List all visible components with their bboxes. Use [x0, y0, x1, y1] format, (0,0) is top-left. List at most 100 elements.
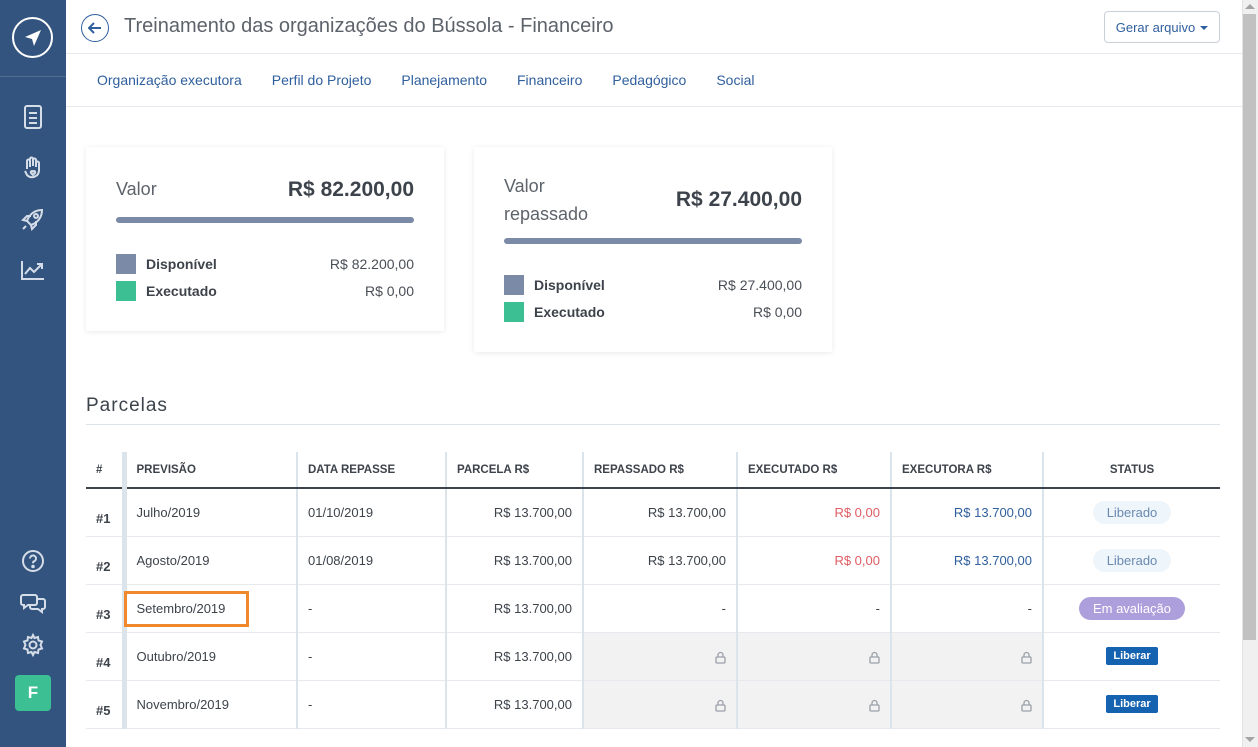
gear-icon[interactable]	[19, 631, 47, 659]
executado-cell: R$ 0,00	[736, 488, 891, 537]
hand-heart-icon[interactable]	[19, 154, 47, 182]
valor-repassado-card: Valor repassado R$ 27.400,00 Disponível …	[474, 147, 832, 352]
lock-icon	[715, 699, 726, 712]
executora-cell[interactable]: R$ 13.700,00	[890, 536, 1043, 585]
parcela-cell: R$ 13.700,00	[445, 584, 583, 633]
previsao-cell: Novembro/2019	[121, 680, 297, 729]
row-number: #2	[86, 536, 124, 585]
sidebar-divider	[0, 76, 66, 77]
data-repasse-cell: -	[296, 680, 446, 729]
column-header: EXECUTADO R$	[736, 452, 891, 489]
scroll-up-arrow-icon[interactable]	[1245, 4, 1255, 9]
repassado-cell	[582, 632, 737, 681]
status-cell: Em avaliação	[1042, 584, 1220, 633]
liberar-button[interactable]: Liberar	[1106, 695, 1158, 713]
help-icon[interactable]	[19, 547, 47, 575]
executado-swatch	[116, 281, 136, 301]
liberar-button[interactable]: Liberar	[1106, 647, 1158, 665]
column-header: PARCELA R$	[445, 452, 583, 489]
rocket-icon[interactable]	[19, 205, 47, 233]
executado-cell	[736, 680, 891, 729]
executora-cell[interactable]: R$ 13.700,00	[890, 488, 1043, 537]
column-header: STATUS	[1042, 452, 1220, 489]
parcela-cell: R$ 13.700,00	[445, 632, 583, 681]
lock-icon	[715, 651, 726, 664]
legend-label: Disponível	[534, 277, 605, 293]
tab-financeiro[interactable]: Financeiro	[517, 72, 582, 88]
tab-pedagogico[interactable]: Pedagógico	[612, 72, 686, 88]
executado-cell	[736, 632, 891, 681]
sidebar: F	[0, 0, 66, 747]
arrow-left-icon	[88, 22, 101, 34]
card-label: Valor repassado	[504, 176, 589, 224]
executado-cell: -	[736, 584, 891, 633]
card-value: R$ 27.400,00	[675, 188, 802, 211]
row-number: #4	[86, 632, 124, 681]
legend-executado: Executado R$ 0,00	[504, 302, 802, 322]
card-label: Valor	[116, 179, 157, 199]
status-cell: Liberar	[1042, 632, 1220, 681]
previsao-cell: Agosto/2019	[121, 536, 297, 585]
row-number: #1	[86, 488, 124, 537]
legend-disponivel: Disponível R$ 82.200,00	[116, 254, 414, 274]
lock-icon	[869, 699, 880, 712]
repassado-cell: R$ 13.700,00	[582, 536, 737, 585]
card-value: R$ 82.200,00	[287, 178, 414, 201]
tab-organizacao-executora[interactable]: Organização executora	[97, 72, 242, 88]
column-header: REPASSADO R$	[582, 452, 737, 489]
table-row: #3 Setembro/2019 - R$ 13.700,00 - - - Em…	[86, 584, 1220, 633]
chat-icon[interactable]	[19, 589, 47, 617]
parcelas-table: # PREVISÃO DATA REPASSE PARCELA R$ REPAS…	[86, 452, 1220, 729]
previsao-cell: Julho/2019	[121, 488, 297, 537]
legend-value: R$ 27.400,00	[717, 277, 802, 293]
repassado-cell: R$ 13.700,00	[582, 488, 737, 537]
scrollbar-thumb[interactable]	[1243, 14, 1256, 640]
data-repasse-cell: -	[296, 632, 446, 681]
tab-social[interactable]: Social	[716, 72, 754, 88]
legend-value: R$ 0,00	[752, 304, 802, 320]
compass-logo-icon[interactable]	[12, 17, 53, 58]
lock-icon	[1021, 651, 1032, 664]
status-badge: Liberado	[1092, 500, 1172, 524]
valor-card: Valor R$ 82.200,00 Disponível R$ 82.200,…	[86, 147, 444, 331]
executado-cell: R$ 0,00	[736, 536, 891, 585]
previsao-cell: Outubro/2019	[121, 632, 297, 681]
progress-bar	[504, 238, 802, 244]
executora-cell	[890, 680, 1043, 729]
column-header: PREVISÃO	[121, 452, 297, 489]
executora-cell: -	[890, 584, 1043, 633]
status-badge: Liberado	[1092, 548, 1172, 572]
table-row: #5 Novembro/2019 - R$ 13.700,00 Liberar	[86, 680, 1220, 729]
repassado-cell: -	[582, 584, 737, 633]
column-header: DATA REPASSE	[296, 452, 446, 489]
tab-perfil-do-projeto[interactable]: Perfil do Projeto	[272, 72, 372, 88]
tab-planejamento[interactable]: Planejamento	[401, 72, 487, 88]
scroll-down-arrow-icon[interactable]	[1245, 737, 1255, 742]
parcela-cell: R$ 13.700,00	[445, 536, 583, 585]
header: Treinamento das organizações do Bússola …	[66, 0, 1242, 54]
progress-bar	[116, 217, 414, 223]
legend-label: Disponível	[146, 256, 217, 272]
parcela-cell: R$ 13.700,00	[445, 488, 583, 537]
legend-executado: Executado R$ 0,00	[116, 281, 414, 301]
caret-down-icon	[1200, 26, 1209, 30]
legend-value: R$ 82.200,00	[329, 256, 414, 272]
data-repasse-cell: 01/08/2019	[296, 536, 446, 585]
section-title: Parcelas	[86, 395, 168, 416]
parcela-cell: R$ 13.700,00	[445, 680, 583, 729]
disponivel-swatch	[504, 275, 524, 295]
data-repasse-cell: -	[296, 584, 446, 633]
status-badge: Em avaliação	[1078, 596, 1186, 620]
document-icon[interactable]	[19, 103, 47, 131]
disponivel-swatch	[116, 254, 136, 274]
previsao-cell: Setembro/2019	[121, 584, 297, 633]
back-button[interactable]	[81, 14, 109, 42]
lock-icon	[869, 651, 880, 664]
table-row: #2 Agosto/2019 01/08/2019 R$ 13.700,00 R…	[86, 536, 1220, 585]
legend-label: Executado	[146, 283, 217, 299]
generate-file-button[interactable]: Gerar arquivo	[1104, 11, 1220, 43]
avatar[interactable]: F	[15, 675, 51, 711]
legend-disponivel: Disponível R$ 27.400,00	[504, 275, 802, 295]
chart-line-icon[interactable]	[19, 256, 47, 284]
table-header-row: # PREVISÃO DATA REPASSE PARCELA R$ REPAS…	[86, 452, 1220, 489]
